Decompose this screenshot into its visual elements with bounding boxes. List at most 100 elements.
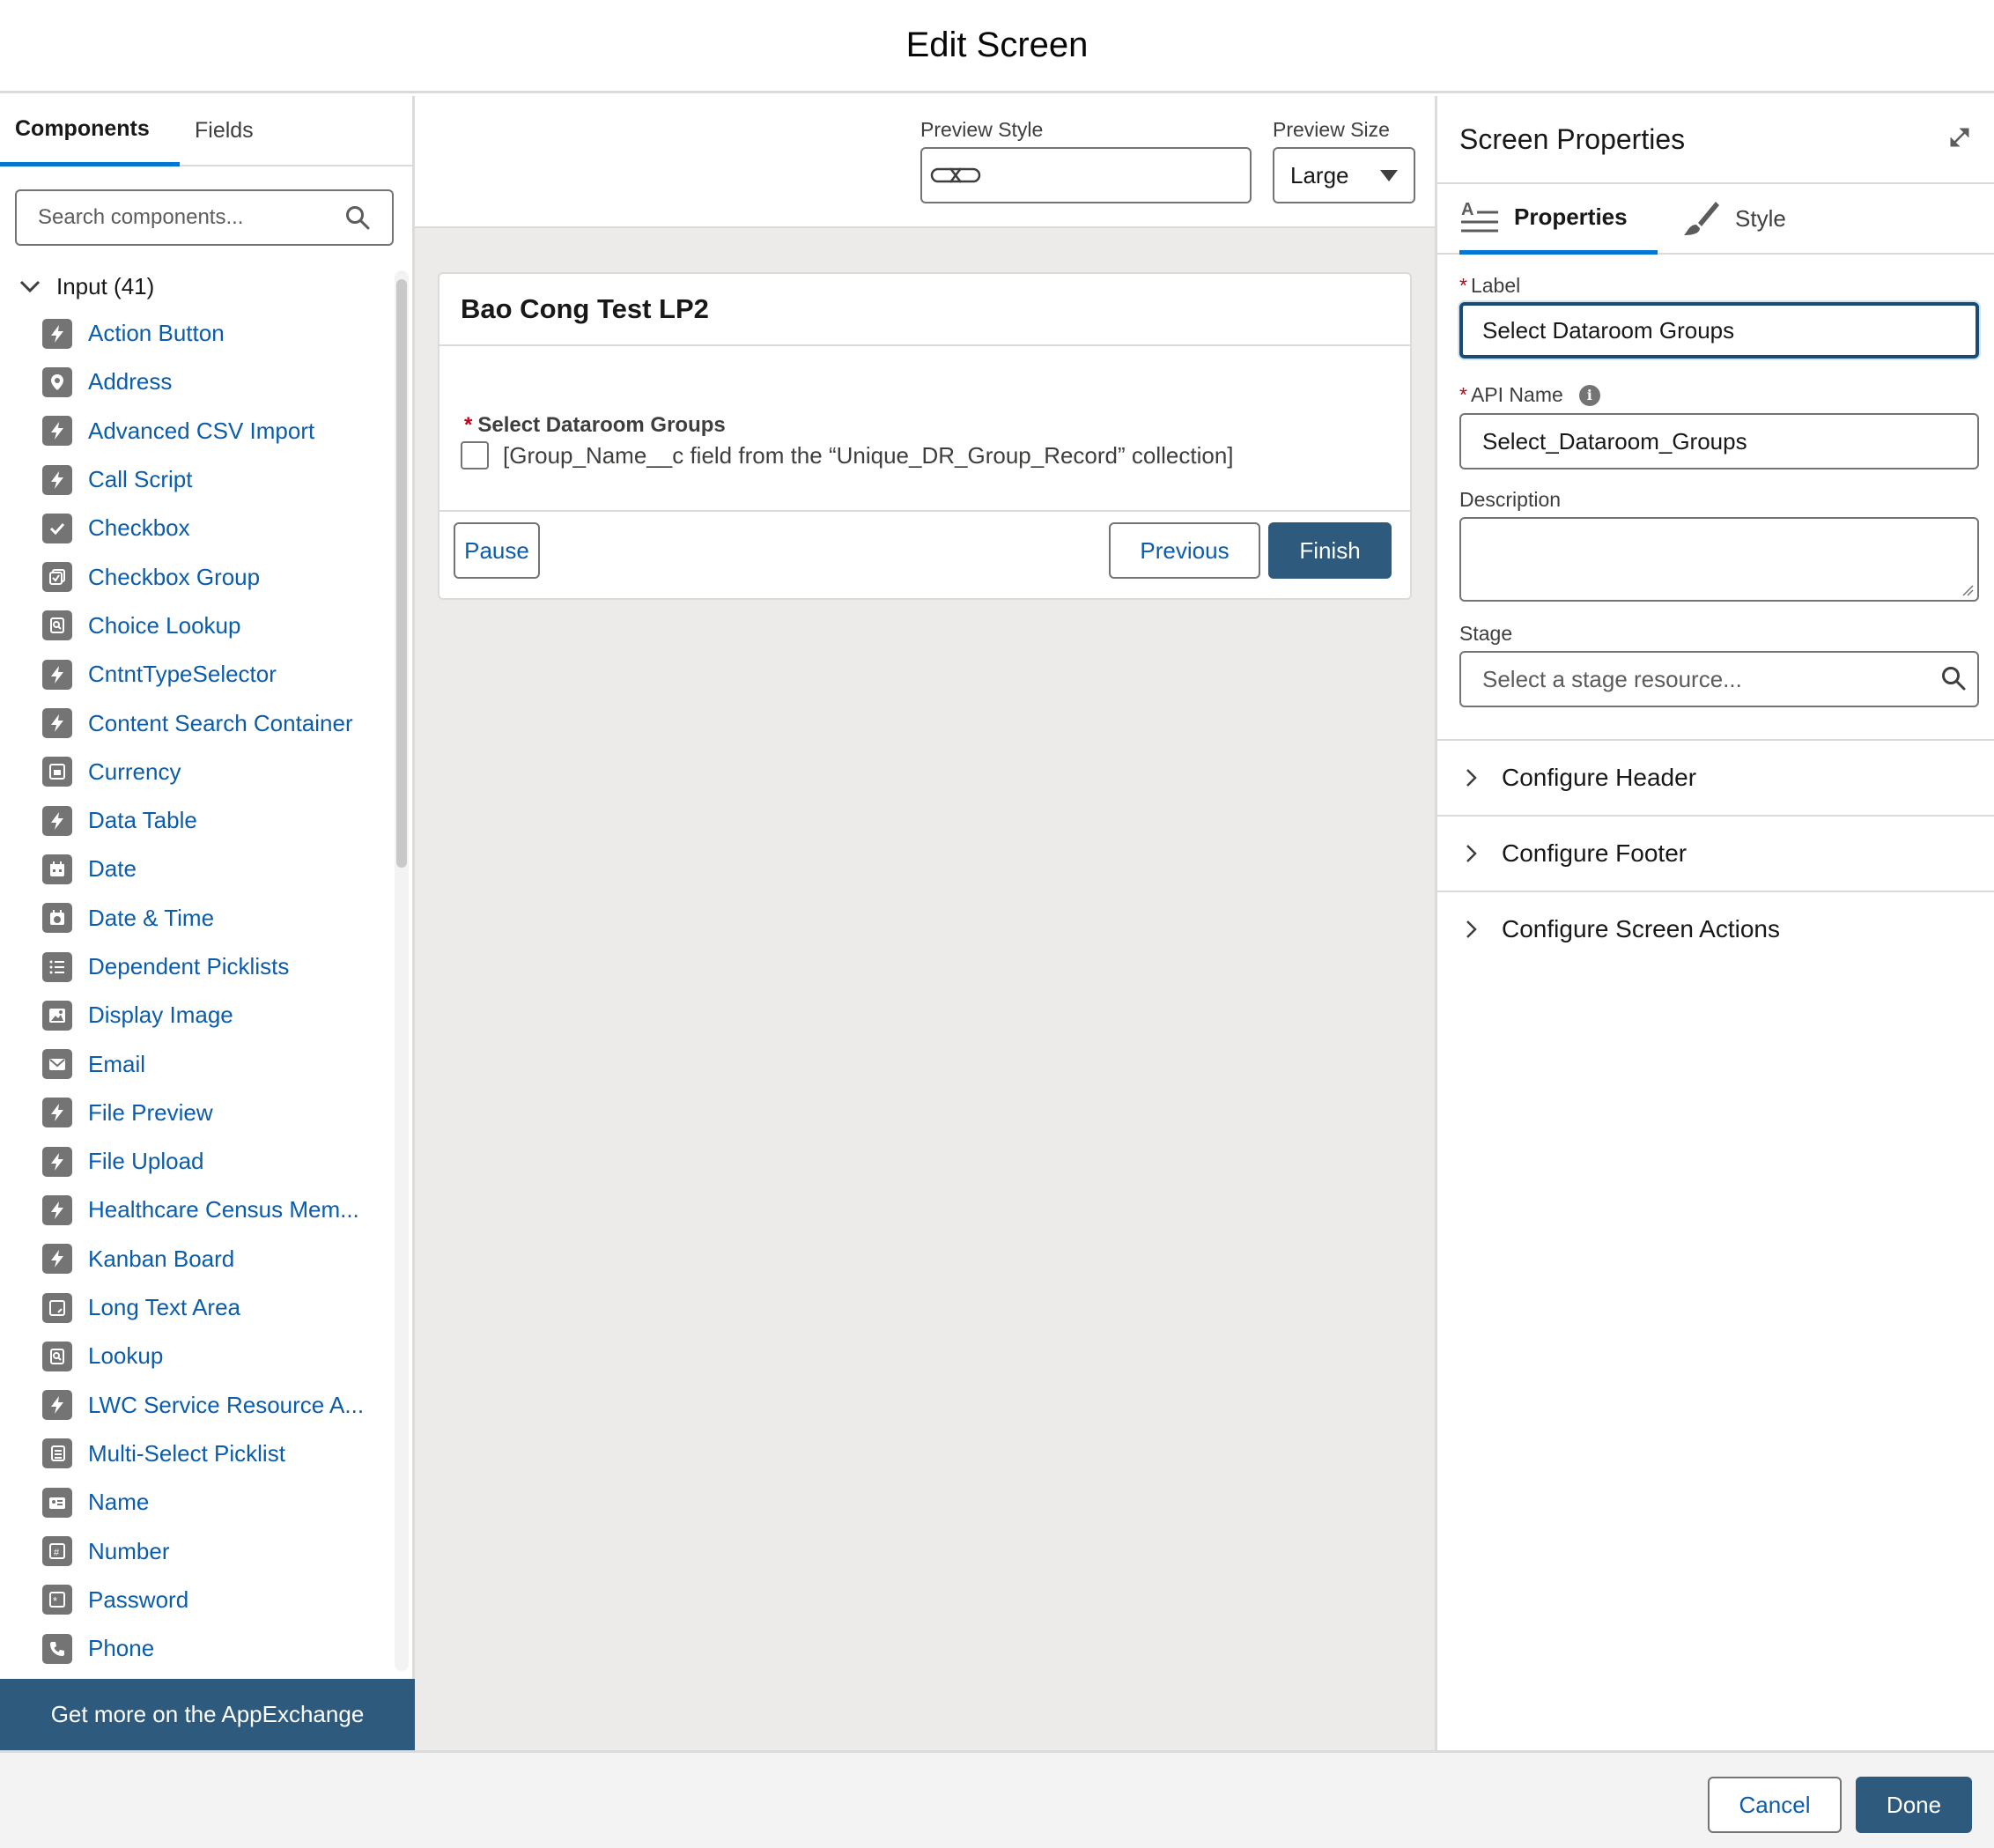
tab-properties[interactable]: A Properties	[1459, 184, 1658, 255]
finish-button[interactable]: Finish	[1268, 522, 1392, 579]
preview-size-select[interactable]: Large	[1273, 147, 1415, 203]
component-list-scrollbar[interactable]	[395, 270, 409, 1671]
component-item[interactable]: Date & Time	[0, 894, 392, 942]
component-item[interactable]: Lookup	[0, 1332, 392, 1380]
svg-text:A: A	[1461, 200, 1473, 219]
component-item[interactable]: File Upload	[0, 1137, 392, 1186]
textarea-icon	[42, 1292, 72, 1323]
component-item[interactable]: Long Text Area	[0, 1283, 392, 1332]
component-item[interactable]: Display Image	[0, 991, 392, 1039]
modal-header: Edit Screen	[0, 0, 1994, 93]
preview-style-label: Preview Style	[920, 118, 1044, 141]
choice-lookup-icon	[42, 610, 72, 641]
component-item-label: Data Table	[88, 807, 197, 834]
properties-header: Screen Properties	[1437, 96, 1994, 184]
configure-screen-actions-section[interactable]: Configure Screen Actions	[1437, 891, 1994, 966]
modal-title: Edit Screen	[905, 26, 1089, 64]
info-icon[interactable]: i	[1578, 384, 1600, 406]
stage-field	[1459, 651, 1979, 707]
component-item[interactable]: # Number	[0, 1526, 392, 1575]
appexchange-button[interactable]: Get more on the AppExchange	[0, 1679, 415, 1750]
label-field-label-text: Label	[1470, 274, 1521, 297]
svg-text:#: #	[54, 1548, 60, 1558]
component-item[interactable]: File Preview	[0, 1089, 392, 1137]
component-item[interactable]: Data Table	[0, 796, 392, 845]
component-item[interactable]: CntntTypeSelector	[0, 650, 392, 699]
component-item[interactable]: Healthcare Census Mem...	[0, 1186, 392, 1234]
password-icon: *	[42, 1585, 72, 1615]
component-item[interactable]: Content Search Container	[0, 699, 392, 747]
component-search-input[interactable]	[38, 205, 344, 230]
pause-button[interactable]: Pause	[454, 522, 540, 579]
expand-icon[interactable]	[1946, 124, 1973, 155]
component-item[interactable]: Address	[0, 358, 392, 406]
component-item-label: Lookup	[88, 1342, 164, 1370]
group-input-toggle[interactable]: Input (41)	[0, 263, 392, 309]
description-textarea[interactable]	[1459, 517, 1979, 602]
tab-components[interactable]: Components	[0, 96, 180, 166]
bolt-icon	[42, 1146, 72, 1177]
properties-title: Screen Properties	[1459, 122, 1686, 155]
search-icon[interactable]	[344, 204, 371, 231]
component-item[interactable]: Checkbox Group	[0, 552, 392, 601]
component-item-label: Healthcare Census Mem...	[88, 1196, 359, 1223]
bolt-icon	[42, 1390, 72, 1421]
component-item[interactable]: Action Button	[0, 309, 392, 358]
configure-header-section[interactable]: Configure Header	[1437, 739, 1994, 815]
component-item[interactable]: LWC Service Resource A...	[0, 1381, 392, 1430]
stage-label: Stage	[1459, 622, 1513, 645]
component-item[interactable]: Checkbox	[0, 504, 392, 552]
chevron-right-icon	[1466, 920, 1477, 938]
properties-tabs: A Properties Style	[1437, 184, 1994, 255]
component-item[interactable]: Kanban Board	[0, 1235, 392, 1283]
component-item-label: File Preview	[88, 1098, 213, 1126]
component-item-label: Checkbox	[88, 514, 190, 542]
bolt-icon	[42, 464, 72, 495]
left-tabs: Components Fields	[0, 96, 412, 166]
component-item[interactable]: Email	[0, 1039, 392, 1088]
option-checkbox[interactable]	[461, 441, 489, 469]
done-button[interactable]: Done	[1856, 1777, 1972, 1833]
api-name-label: * API Name i	[1459, 383, 1600, 407]
cancel-button[interactable]: Cancel	[1708, 1777, 1842, 1833]
lookup-icon	[42, 1341, 72, 1371]
resize-grip-icon[interactable]	[1960, 582, 1974, 596]
checkbox-group-icon	[42, 562, 72, 593]
component-item[interactable]: Date	[0, 845, 392, 893]
component-item-label: Password	[88, 1586, 189, 1613]
preview-toolbar: Preview Style Preview Size Large	[415, 96, 1435, 228]
search-icon[interactable]	[1940, 665, 1967, 691]
component-item[interactable]: Phone	[0, 1624, 392, 1673]
stage-input[interactable]	[1459, 651, 1979, 707]
component-item[interactable]: Name	[0, 1478, 392, 1526]
checkbox-option[interactable]: [Group_Name__c field from the “Unique_DR…	[461, 441, 1234, 469]
component-item[interactable]: Dependent Picklists	[0, 942, 392, 991]
component-item-label: Kanban Board	[88, 1245, 235, 1272]
bolt-icon	[42, 1194, 72, 1225]
email-icon	[42, 1049, 72, 1080]
scrollbar-thumb[interactable]	[396, 279, 407, 868]
preview-style-select[interactable]	[920, 147, 1252, 203]
text-format-icon: A	[1461, 200, 1498, 232]
component-item[interactable]: Advanced CSV Import	[0, 407, 392, 455]
bolt-icon	[42, 659, 72, 690]
tab-style[interactable]: Style	[1658, 184, 1809, 253]
brush-icon	[1684, 202, 1719, 235]
component-item[interactable]: Multi-Select Picklist	[0, 1430, 392, 1478]
component-item-label: Checkbox Group	[88, 563, 261, 590]
preview-size-value: Large	[1290, 161, 1349, 188]
component-item[interactable]: Choice Lookup	[0, 602, 392, 650]
component-item-label: Email	[88, 1050, 146, 1077]
component-item-label: Number	[88, 1537, 170, 1564]
label-input[interactable]	[1459, 302, 1979, 359]
component-item[interactable]: * Password	[0, 1576, 392, 1624]
previous-button[interactable]: Previous	[1109, 522, 1260, 579]
currency-icon	[42, 757, 72, 787]
calendar-icon	[42, 854, 72, 884]
tab-fields[interactable]: Fields	[180, 96, 269, 165]
configure-footer-section[interactable]: Configure Footer	[1437, 815, 1994, 891]
phone-icon	[42, 1633, 72, 1664]
component-item[interactable]: Call Script	[0, 455, 392, 504]
api-name-input[interactable]	[1459, 413, 1979, 469]
component-item[interactable]: Currency	[0, 748, 392, 796]
